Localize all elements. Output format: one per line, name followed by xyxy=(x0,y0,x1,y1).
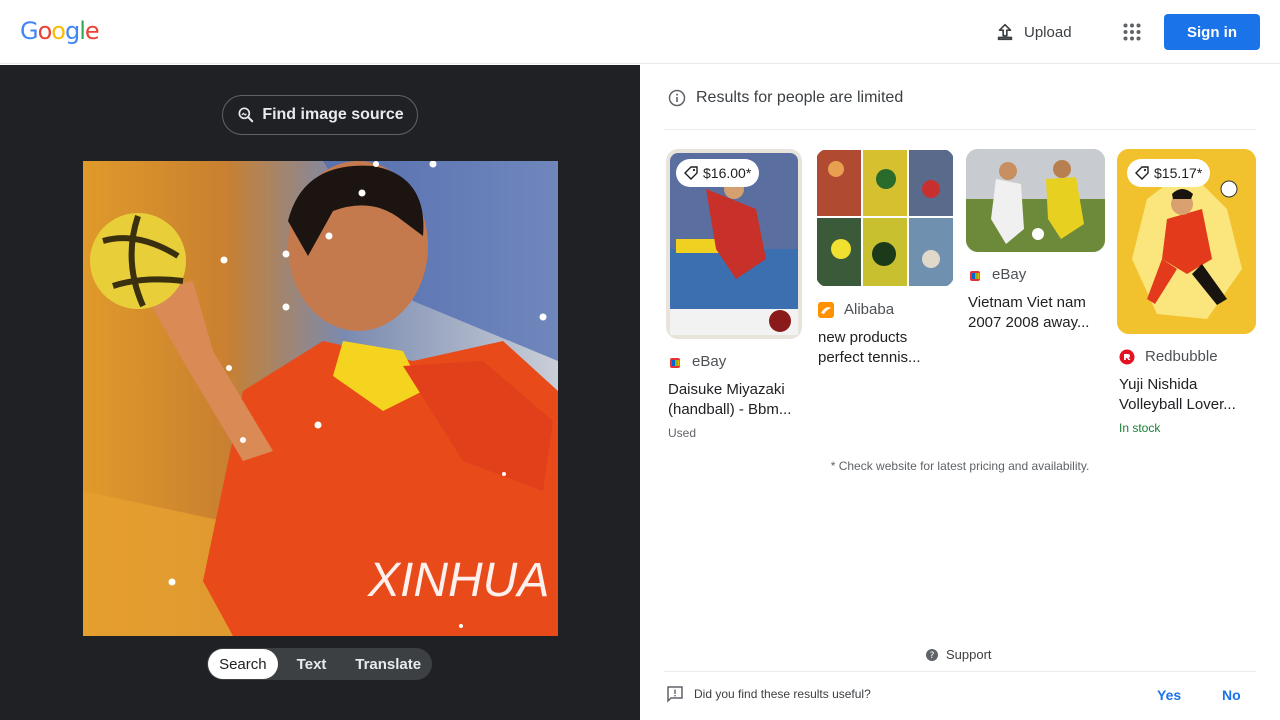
info-icon xyxy=(668,89,686,107)
title-line: Daisuke Miyazaki xyxy=(668,381,785,398)
support-link[interactable]: ? Support xyxy=(926,647,992,662)
search-mode-switch: Search Text Translate xyxy=(207,648,432,680)
title-line: 2007 2008 away... xyxy=(968,314,1090,331)
apps-button[interactable] xyxy=(1114,14,1150,50)
title-line: (handball) - Bbm... xyxy=(668,401,792,418)
result-thumbnail xyxy=(816,149,954,287)
ebay-favicon xyxy=(670,357,680,368)
image-search-icon xyxy=(238,107,254,123)
top-bar: Google Upload Sign in xyxy=(0,0,1280,64)
results-panel: Results for people are limited $16.00* e… xyxy=(640,65,1280,720)
image-panel: Find image source XINHUA Search Text Tra… xyxy=(0,65,640,720)
result-source: eBay xyxy=(966,266,1105,283)
pricing-disclaimer: * Check website for latest pricing and a… xyxy=(830,459,1090,473)
result-thumbnail: $16.00* xyxy=(666,149,802,339)
upload-button[interactable]: Upload xyxy=(984,14,1082,50)
source-name: Redbubble xyxy=(1145,348,1218,365)
divider xyxy=(664,671,1256,672)
upload-label: Upload xyxy=(1024,23,1072,41)
feedback-question: Did you find these results useful? xyxy=(694,687,871,701)
result-title[interactable]: Yuji Nishida Volleyball Lover... xyxy=(1117,375,1256,415)
stock-status: In stock xyxy=(1119,421,1161,435)
divider xyxy=(664,129,1256,130)
sign-in-button[interactable]: Sign in xyxy=(1164,14,1260,50)
price-text: $16.00* xyxy=(703,165,752,181)
feedback-yes-button[interactable]: Yes xyxy=(1157,687,1181,703)
price-badge: $15.17* xyxy=(1127,159,1211,187)
upload-icon xyxy=(997,23,1013,41)
logo-letter: e xyxy=(84,17,100,45)
title-line: Vietnam Viet nam xyxy=(968,294,1086,311)
result-title[interactable]: new products perfect tennis... xyxy=(816,328,954,368)
source-name: eBay xyxy=(992,266,1027,283)
logo-letter: g xyxy=(64,17,80,45)
title-line: Volleyball Lover... xyxy=(1119,396,1236,413)
svg-text:?: ? xyxy=(930,651,935,661)
logo-letter: G xyxy=(20,17,39,45)
result-thumbnail xyxy=(966,149,1105,252)
source-name: eBay xyxy=(692,353,727,370)
feedback-prompt: Did you find these results useful? xyxy=(666,685,871,703)
result-card[interactable]: Alibaba new products perfect tennis... xyxy=(816,149,954,368)
notice-text: Results for people are limited xyxy=(696,89,904,106)
result-card[interactable]: $16.00* eBay Daisuke Miyazaki (handball)… xyxy=(666,149,802,440)
photo-caption: XINHUA xyxy=(367,554,549,607)
result-thumbnail: $15.17* xyxy=(1117,149,1256,334)
help-icon: ? xyxy=(926,648,938,661)
find-image-source-label: Find image source xyxy=(262,106,404,123)
title-line: Yuji Nishida xyxy=(1119,376,1198,393)
soccer-players-image xyxy=(966,149,1105,252)
result-card[interactable]: $15.17* Redbubble Yuji Nishida Volleybal… xyxy=(1117,149,1256,435)
logo-letter: o xyxy=(37,17,53,45)
grid-apps-icon xyxy=(1123,23,1141,41)
query-image[interactable]: XINHUA xyxy=(83,161,558,636)
redbubble-favicon xyxy=(1119,349,1135,364)
result-source: Alibaba xyxy=(816,301,954,318)
price-badge: $16.00* xyxy=(676,159,760,187)
mode-text-tab[interactable]: Text xyxy=(278,649,346,679)
item-condition: Used xyxy=(668,426,697,440)
price-tag-icon xyxy=(684,166,698,180)
price-tag-icon xyxy=(1135,166,1149,180)
people-limited-notice: Results for people are limited xyxy=(668,89,903,107)
support-label: Support xyxy=(946,647,992,662)
title-line: perfect tennis... xyxy=(818,349,921,366)
feedback-no-button[interactable]: No xyxy=(1222,687,1241,703)
result-title[interactable]: Vietnam Viet nam 2007 2008 away... xyxy=(966,293,1105,333)
logo-letter: o xyxy=(51,17,66,45)
price-text: $15.17* xyxy=(1154,165,1203,181)
result-card[interactable]: eBay Vietnam Viet nam 2007 2008 away... xyxy=(966,149,1105,333)
find-image-source-button[interactable]: Find image source xyxy=(222,95,418,135)
google-logo[interactable]: Google xyxy=(20,17,100,45)
sports-collage-image xyxy=(817,150,953,286)
result-title[interactable]: Daisuke Miyazaki (handball) - Bbm... xyxy=(666,380,802,420)
source-name: Alibaba xyxy=(844,301,895,318)
ebay-favicon xyxy=(970,270,980,281)
feedback-icon xyxy=(667,686,683,703)
result-source: eBay xyxy=(666,353,802,370)
title-line: new products xyxy=(818,329,908,346)
mode-translate-tab[interactable]: Translate xyxy=(345,649,431,679)
handball-player-photo: XINHUA xyxy=(83,161,558,636)
alibaba-favicon xyxy=(818,301,834,318)
mode-search-tab[interactable]: Search xyxy=(208,649,278,679)
result-source: Redbubble xyxy=(1117,348,1256,365)
